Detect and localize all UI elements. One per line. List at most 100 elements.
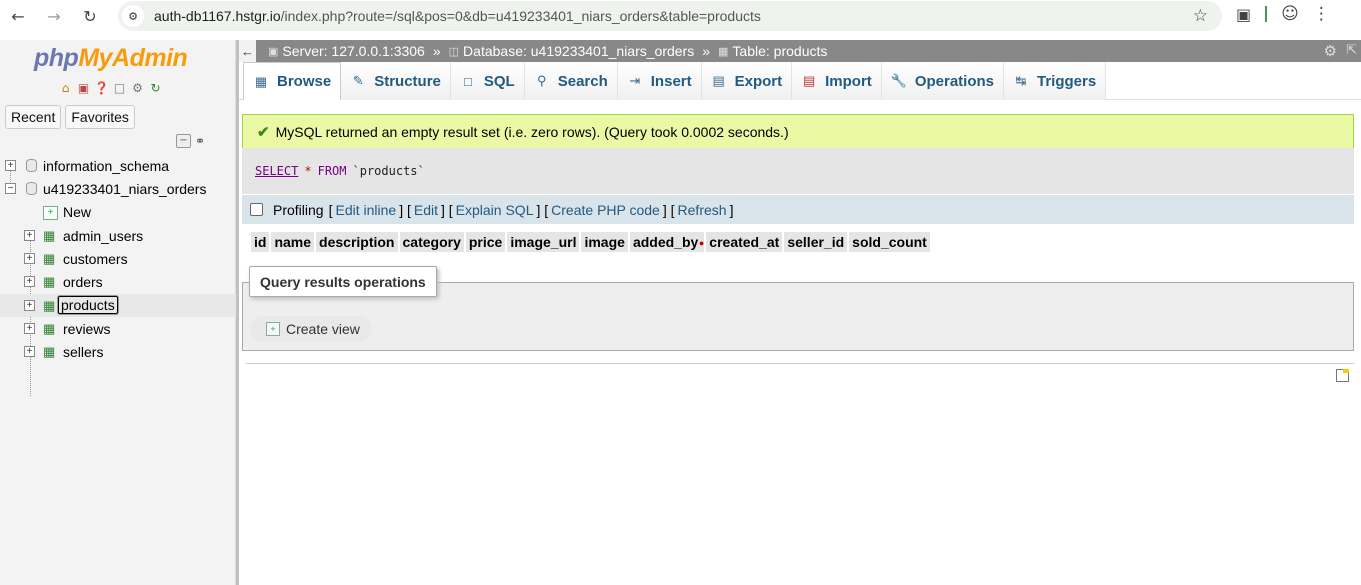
breadcrumb-database[interactable]: ◫ Database: u419233401_niars_orders xyxy=(449,43,695,59)
favorites-tab[interactable]: Favorites xyxy=(65,105,135,129)
profile-icon[interactable]: ☺ xyxy=(1281,4,1299,24)
expand-icon[interactable]: + xyxy=(5,160,16,171)
collapse-icon[interactable]: − xyxy=(5,183,16,195)
profiling-checkbox[interactable] xyxy=(250,203,263,216)
column-header-created-at[interactable]: created_at xyxy=(706,232,785,252)
edit-inline-link[interactable]: Edit inline xyxy=(335,202,396,218)
tab-search[interactable]: ⚲ Search xyxy=(524,62,618,100)
tree-item-reviews[interactable]: + ▦ reviews xyxy=(0,317,236,340)
expand-icon[interactable]: + xyxy=(24,229,35,241)
refresh-link[interactable]: Refresh xyxy=(678,202,727,218)
site-settings-icon[interactable]: ⚙ xyxy=(122,5,144,27)
extensions-icon[interactable]: ▣ xyxy=(1236,5,1251,24)
table-icon[interactable]: ▦ xyxy=(43,299,57,312)
recent-favorites: Recent Favorites xyxy=(5,105,135,129)
quick-icons: ⌂ ▣ ❓ □ ⚙ ↻ xyxy=(58,80,163,95)
expand-icon[interactable]: + xyxy=(24,323,35,335)
expand-icon[interactable]: + xyxy=(24,276,35,288)
create-php-code-link[interactable]: Create PHP code xyxy=(551,202,660,218)
menu-kebab-icon[interactable]: ⋮ xyxy=(1313,4,1330,24)
column-header-name[interactable]: name xyxy=(271,232,317,252)
column-header-description[interactable]: description xyxy=(316,232,400,252)
tree-item-admin-users[interactable]: + ▦ admin_users xyxy=(0,224,236,247)
breadcrumb: ← ▣ Server: 127.0.0.1:3306 » ◫ Database:… xyxy=(239,40,1361,62)
console-toggle-icon[interactable] xyxy=(1336,369,1349,382)
column-header-id[interactable]: id xyxy=(251,232,272,252)
tree-item-information-schema[interactable]: + information_schema xyxy=(0,154,236,177)
breadcrumb-separator: » xyxy=(702,43,711,59)
database-icon: ◫ xyxy=(448,45,460,58)
sql-keyword-from: FROM xyxy=(317,164,347,178)
url-text[interactable]: auth-db1167.hstgr.io/index.php?route=/sq… xyxy=(154,8,761,24)
explain-sql-link[interactable]: Explain SQL xyxy=(456,202,534,218)
tab-sql[interactable]: □ SQL xyxy=(450,62,525,100)
forward-arrow-icon[interactable]: → xyxy=(42,4,66,28)
address-bar[interactable]: ⚙ auth-db1167.hstgr.io/index.php?route=/… xyxy=(118,1,1222,31)
docs-icon[interactable]: □ xyxy=(112,80,127,95)
settings-gear-icon[interactable]: ⚙ xyxy=(1324,42,1337,60)
import-icon: ▤ xyxy=(802,73,816,88)
column-header-image[interactable]: image xyxy=(581,232,630,252)
bookmark-star-icon[interactable]: ☆ xyxy=(1193,6,1208,26)
tab-browse[interactable]: ▦ Browse xyxy=(243,62,342,100)
reload-nav-icon[interactable]: ↻ xyxy=(148,80,163,95)
tree-item-sellers[interactable]: + ▦ sellers xyxy=(0,340,236,363)
sql-icon: □ xyxy=(463,73,472,89)
breadcrumb-server[interactable]: ▣ Server: 127.0.0.1:3306 xyxy=(268,43,425,59)
database-icon xyxy=(26,159,37,172)
divider xyxy=(246,363,1354,364)
logout-icon[interactable]: ▣ xyxy=(76,80,91,95)
expand-icon[interactable]: + xyxy=(24,299,35,311)
tree-item-products[interactable]: + ▦ products xyxy=(0,293,236,318)
maximize-icon[interactable]: ⇱ xyxy=(1346,42,1357,58)
triggers-icon: ↹ xyxy=(1015,73,1027,88)
expand-icon[interactable]: + xyxy=(24,253,35,265)
tab-operations[interactable]: 🔧 Operations xyxy=(881,62,1004,100)
collapse-nav-icon[interactable]: ← xyxy=(239,40,256,62)
collapse-all-icon[interactable]: − xyxy=(176,134,191,148)
reload-icon[interactable]: ↻ xyxy=(78,4,102,28)
tab-structure[interactable]: ✎ Structure xyxy=(341,62,451,100)
table-icon[interactable]: ▦ xyxy=(43,345,57,358)
tab-triggers[interactable]: ↹ Triggers xyxy=(1004,62,1107,100)
bracket: ] xyxy=(729,201,734,218)
expand-icon[interactable]: + xyxy=(24,346,35,358)
tree-item-new[interactable]: + New xyxy=(0,201,236,224)
edit-link[interactable]: Edit xyxy=(414,202,438,218)
tab-bar: ▦ Browse ✎ Structure □ SQL ⚲ Search ⇥ Insert … xyxy=(239,62,1361,100)
column-header-added-by[interactable]: added_by ● xyxy=(629,232,707,252)
home-icon[interactable]: ⌂ xyxy=(58,80,73,95)
tab-insert[interactable]: ⇥ Insert xyxy=(617,62,702,100)
table-icon[interactable]: ▦ xyxy=(43,275,57,288)
tab-import[interactable]: ▤ Import xyxy=(792,62,882,100)
settings-gear-icon[interactable]: ⚙ xyxy=(130,80,145,95)
phpmyadmin-logo[interactable]: phpMyAdmin xyxy=(34,44,188,73)
sql-table-name: `products` xyxy=(352,164,425,178)
tree-item-niars-orders[interactable]: − u419233401_niars_orders xyxy=(0,177,236,200)
sql-query-display[interactable]: SELECT * FROM `products` xyxy=(242,148,1354,194)
table-icon[interactable]: ▦ xyxy=(43,322,57,335)
column-header-price[interactable]: price xyxy=(465,232,508,252)
help-icon[interactable]: ❓ xyxy=(94,80,109,95)
toolbar-separator xyxy=(1265,6,1268,22)
column-header-sold-count[interactable]: sold_count xyxy=(849,232,932,252)
sql-keyword-select[interactable]: SELECT xyxy=(255,164,298,178)
tab-export[interactable]: ▤ Export xyxy=(701,62,793,100)
table-icon[interactable]: ▦ xyxy=(43,229,57,242)
result-table-header: id name description category price image… xyxy=(251,232,932,252)
tree-controls: − ⚭ xyxy=(176,134,205,148)
browser-toolbar: ← → ↻ ⚙ auth-db1167.hstgr.io/index.php?r… xyxy=(0,0,1361,33)
column-header-seller-id[interactable]: seller_id xyxy=(784,232,850,252)
create-view-button[interactable]: + Create view xyxy=(250,316,372,342)
tree-item-customers[interactable]: + ▦ customers xyxy=(0,247,236,270)
table-icon[interactable]: ▦ xyxy=(43,252,57,265)
breadcrumb-table[interactable]: ▦ Table: products xyxy=(718,43,827,59)
nav-resize-handle[interactable] xyxy=(236,40,239,585)
recent-tab[interactable]: Recent xyxy=(5,105,62,129)
column-header-category[interactable]: category xyxy=(399,232,466,252)
back-arrow-icon[interactable]: ← xyxy=(6,4,30,28)
profiling-bar: Profiling [ Edit inline ] [ Edit ] [ Exp… xyxy=(242,195,1354,224)
column-header-image-url[interactable]: image_url xyxy=(507,232,582,252)
tree-item-orders[interactable]: + ▦ orders xyxy=(0,270,236,293)
link-icon[interactable]: ⚭ xyxy=(195,134,205,148)
